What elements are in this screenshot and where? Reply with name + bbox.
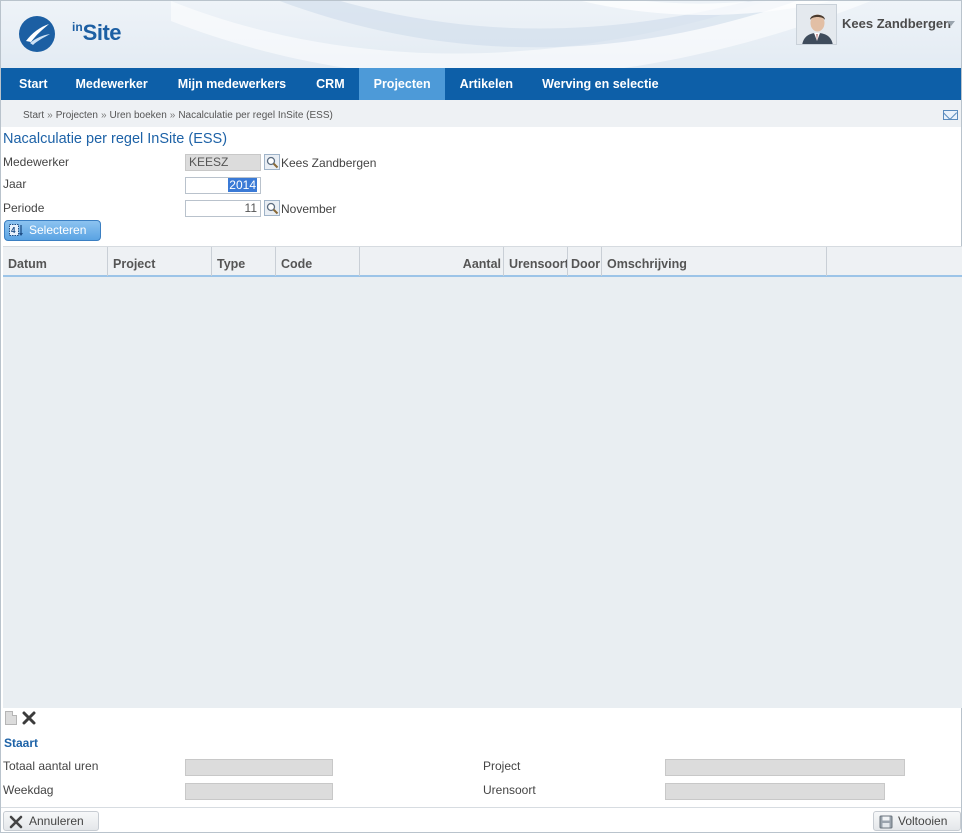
grid-body[interactable] xyxy=(3,277,962,708)
totaal-aantal-uren-field xyxy=(185,759,333,776)
medewerker-label: Medewerker xyxy=(3,155,70,169)
nav-item-mijn-medewerkers[interactable]: Mijn medewerkers xyxy=(163,68,301,100)
periode-lookup-button[interactable] xyxy=(264,200,280,216)
sort-select-icon: 4 xyxy=(9,224,23,236)
column-header-project[interactable]: Project xyxy=(108,247,212,276)
delete-row-icon[interactable] xyxy=(22,711,36,725)
new-row-icon[interactable] xyxy=(5,711,17,725)
jaar-label: Jaar xyxy=(3,177,27,191)
app-header: inSite Kees Zandbergen xyxy=(1,1,961,68)
jaar-field[interactable]: 2014 xyxy=(185,177,261,194)
user-avatar[interactable] xyxy=(796,4,837,45)
periode-label: Periode xyxy=(3,201,45,215)
magnifier-icon xyxy=(266,202,279,215)
nav-item-crm[interactable]: CRM xyxy=(301,68,358,100)
mail-icon[interactable] xyxy=(943,110,958,120)
logo-text: inSite xyxy=(72,20,122,46)
cancel-button[interactable]: Annuleren xyxy=(3,811,99,831)
staart-section-title: Staart xyxy=(4,736,39,750)
logo-prefix: in xyxy=(72,20,83,34)
weekdag-field xyxy=(185,783,333,800)
column-header-datum[interactable]: Datum xyxy=(3,247,108,276)
column-header-type[interactable]: Type xyxy=(212,247,276,276)
medewerker-name: Kees Zandbergen xyxy=(281,156,377,170)
select-button-label: Selecteren xyxy=(29,223,87,237)
breadcrumb-item-uren-boeken[interactable]: Uren boeken xyxy=(110,110,167,121)
user-photo-icon xyxy=(797,5,836,44)
user-name[interactable]: Kees Zandbergen xyxy=(842,16,951,31)
project-label: Project xyxy=(483,759,521,773)
breadcrumb-bar: Start» Projecten» Uren boeken» Nacalculatie… xyxy=(1,100,961,127)
column-header-code[interactable]: Code xyxy=(276,247,360,276)
page-title: Nacalculatie per regel InSite (ESS) xyxy=(3,131,228,147)
logo-circle-icon xyxy=(19,16,55,52)
medewerker-field[interactable]: KEESZ xyxy=(185,154,261,171)
finish-button[interactable]: Voltooien xyxy=(873,811,961,831)
medewerker-lookup-button[interactable] xyxy=(264,154,280,170)
nav-item-start[interactable]: Start xyxy=(1,68,65,100)
periode-field[interactable]: 11 xyxy=(185,200,261,217)
nav-item-medewerker[interactable]: Medewerker xyxy=(65,68,162,100)
logo-name: Site xyxy=(82,20,122,45)
column-header-omschrijving[interactable]: Omschrijving xyxy=(602,247,827,276)
finish-button-label: Voltooien xyxy=(898,814,948,828)
cancel-button-label: Annuleren xyxy=(29,814,84,828)
user-menu-caret-icon[interactable] xyxy=(947,21,955,26)
nav-item-artikelen[interactable]: Artikelen xyxy=(445,68,528,100)
totaal-aantal-uren-label: Totaal aantal uren xyxy=(3,759,99,773)
column-header-aantal[interactable]: Aantal xyxy=(360,247,504,276)
breadcrumb: Start» Projecten» Uren boeken» Nacalculatie… xyxy=(23,110,333,121)
breadcrumb-item-current: Nacalculatie per regel InSite (ESS) xyxy=(178,110,333,121)
footer-divider xyxy=(1,807,961,808)
nav-item-projecten[interactable]: Projecten xyxy=(358,68,445,100)
svg-text:4: 4 xyxy=(11,226,16,235)
jaar-value: 2014 xyxy=(228,178,257,192)
cancel-x-icon xyxy=(9,815,23,829)
weekdag-label: Weekdag xyxy=(3,783,54,797)
breadcrumb-item-projecten[interactable]: Projecten xyxy=(56,110,98,121)
urensoort-field xyxy=(665,783,885,800)
urensoort-label: Urensoort xyxy=(483,783,536,797)
breadcrumb-item-start[interactable]: Start xyxy=(23,110,44,121)
grid-header: Datum Project Type Code Aantal Urensoort… xyxy=(3,246,962,277)
column-header-urensoort[interactable]: Urensoort xyxy=(504,247,568,276)
save-disk-icon xyxy=(879,815,893,829)
insite-logo[interactable]: inSite xyxy=(18,14,122,56)
select-button[interactable]: 4 Selecteren xyxy=(4,220,101,241)
periode-name: November xyxy=(281,202,337,216)
column-header-door[interactable]: Door xyxy=(568,247,602,276)
nav-item-werving-en-selectie[interactable]: Werving en selectie xyxy=(527,68,673,100)
magnifier-icon xyxy=(266,156,279,169)
header-swoosh-decoration xyxy=(171,1,871,68)
main-nav: Start Medewerker Mijn medewerkers CRM Pr… xyxy=(1,68,961,100)
project-field xyxy=(665,759,905,776)
